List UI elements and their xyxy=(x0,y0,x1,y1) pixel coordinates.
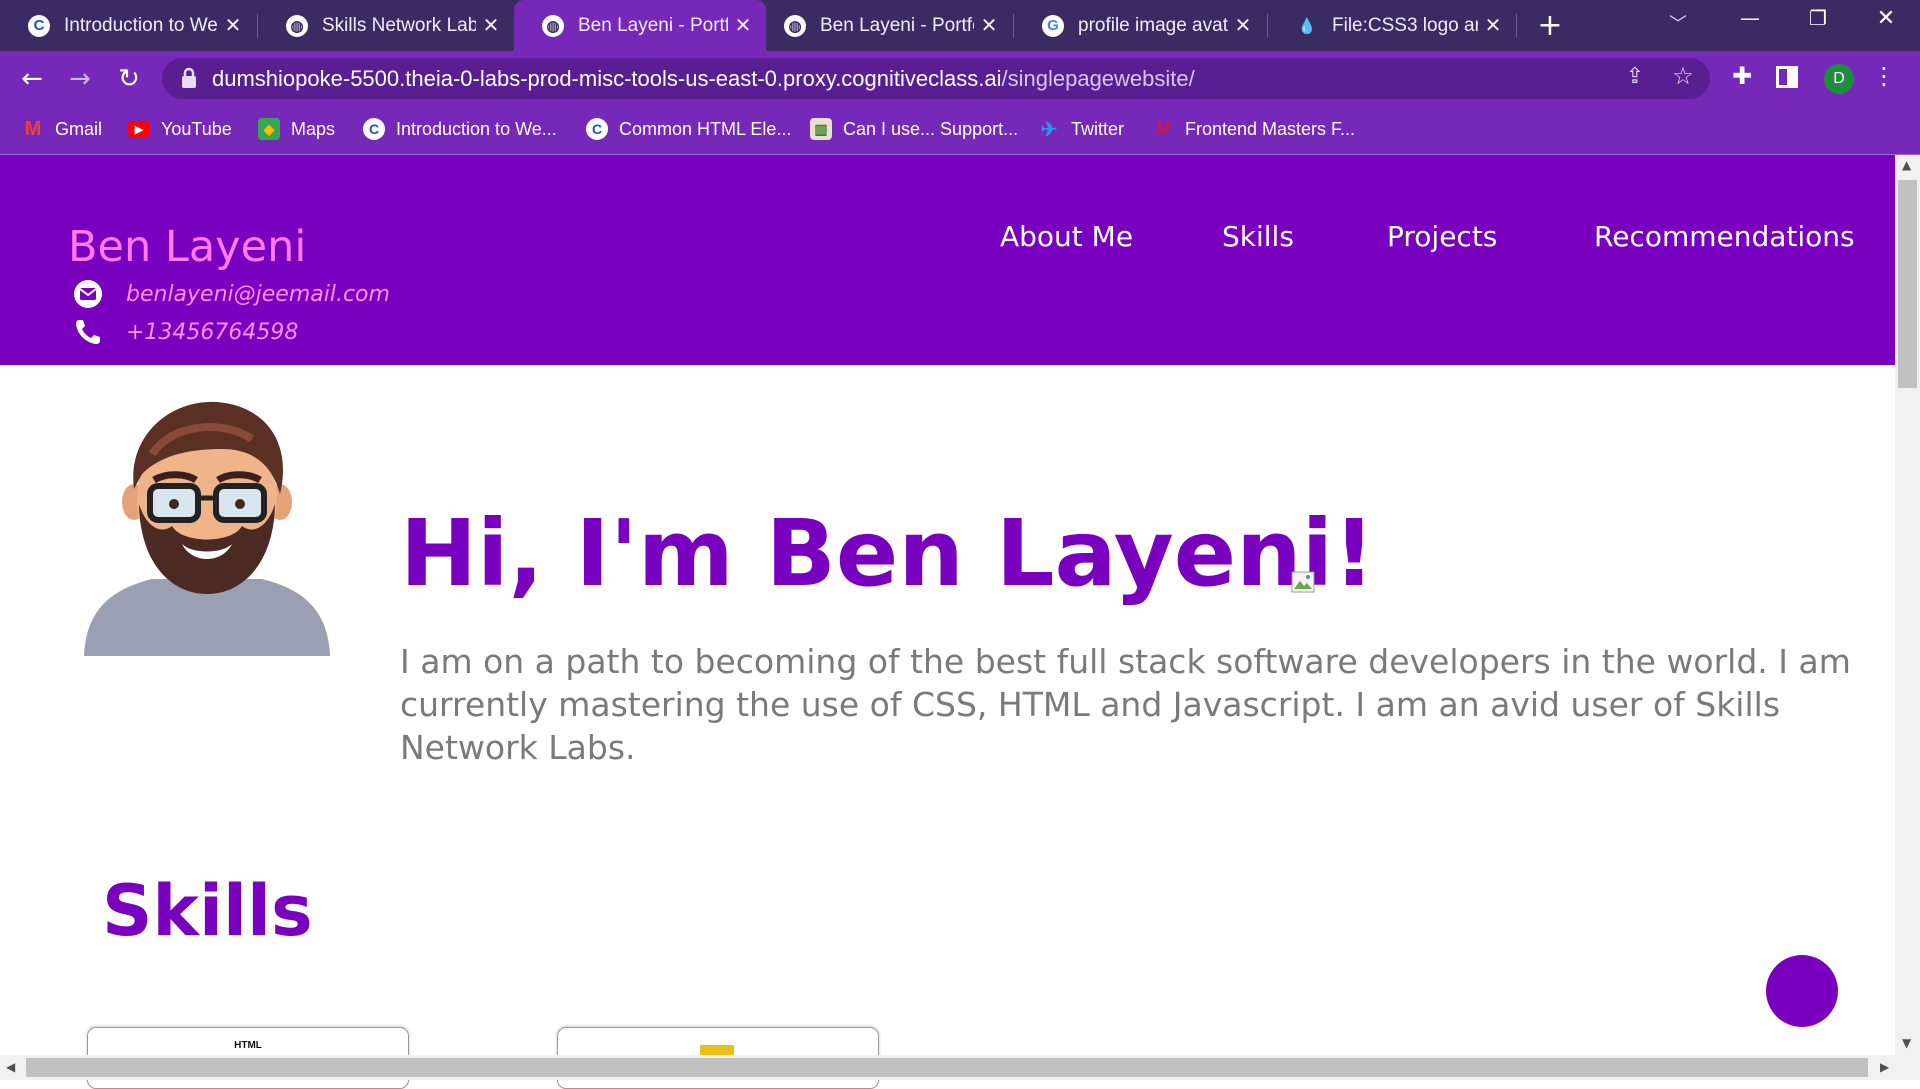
broken-image-icon xyxy=(1291,571,1315,593)
nav-recommendations[interactable]: Recommendations xyxy=(1594,220,1855,253)
new-tab-button[interactable]: + xyxy=(1530,8,1570,44)
close-icon[interactable]: ✕ xyxy=(974,13,1004,38)
profile-avatar[interactable]: D xyxy=(1824,64,1854,94)
url-text[interactable]: dumshiopoke-5500.theia-0-labs-prod-misc-… xyxy=(212,64,1195,94)
phone-text: +13456764598 xyxy=(126,319,299,345)
tab-title: File:CSS3 logo and xyxy=(1332,14,1478,36)
url-host: dumshiopoke-5500.theia-0-labs-prod-misc-… xyxy=(212,66,1002,91)
tab-title: Ben Layeni - Portfolio xyxy=(578,14,728,36)
bookmark-caniuse[interactable]: ▥ Can I use... Support... xyxy=(810,113,1018,145)
contact-phone[interactable]: +13456764598 xyxy=(72,315,298,349)
menu-kebab-icon[interactable]: ⋮ xyxy=(1872,62,1896,94)
tab-title: Skills Network Labs xyxy=(322,14,476,36)
bookmark-youtube[interactable]: ▶ YouTube xyxy=(128,113,232,145)
close-icon[interactable]: ✕ xyxy=(218,13,248,38)
tab-divider xyxy=(1516,14,1517,38)
envelope-icon xyxy=(72,278,104,310)
profile-avatar-illustration xyxy=(82,394,332,656)
back-button[interactable]: ← xyxy=(16,63,48,95)
scroll-left-arrow-icon[interactable]: ◀ xyxy=(6,1060,15,1074)
cognitiveclass-icon: C xyxy=(363,118,385,140)
hero-heading: Hi, I'm Ben Layeni! xyxy=(400,500,1376,607)
browser-tab[interactable]: G profile image avatar ✕ xyxy=(1014,0,1266,51)
bookmark-frontend-masters[interactable]: M Frontend Masters F... xyxy=(1152,113,1355,145)
bookmark-star-icon[interactable]: ☆ xyxy=(1668,62,1698,92)
nav-projects[interactable]: Projects xyxy=(1387,220,1497,253)
bookmark-label: Frontend Masters F... xyxy=(1185,118,1356,139)
browser-tab[interactable]: ◍ Ben Layeni - Portfolio ✕ xyxy=(766,0,1012,51)
browser-tab[interactable]: 💧 File:CSS3 logo and ✕ xyxy=(1268,0,1516,51)
side-panel-icon[interactable] xyxy=(1776,66,1798,88)
nav-about-me[interactable]: About Me xyxy=(1000,220,1133,253)
url-path: /singlepagewebsite/ xyxy=(1001,66,1195,91)
gmail-icon: M xyxy=(24,117,42,140)
vertical-scroll-thumb[interactable] xyxy=(1898,180,1917,388)
forward-button[interactable]: → xyxy=(64,63,96,95)
bookmark-twitter[interactable]: ✈ Twitter xyxy=(1038,113,1124,145)
lock-icon[interactable] xyxy=(180,67,198,89)
extensions-puzzle-icon[interactable]: ✚ xyxy=(1726,62,1758,94)
tab-title: Introduction to Web xyxy=(64,14,218,36)
google-icon: G xyxy=(1042,14,1064,37)
globe-icon: ◍ xyxy=(784,14,806,37)
restore-button[interactable]: ❐ xyxy=(1798,6,1838,36)
globe-icon: ◍ xyxy=(542,14,564,37)
scroll-down-arrow-icon[interactable]: ▼ xyxy=(1902,1036,1911,1050)
bookmark-label: Gmail xyxy=(55,118,103,139)
close-icon[interactable]: ✕ xyxy=(1228,13,1258,38)
site-name: Ben Layeni xyxy=(68,222,307,272)
reload-button[interactable]: ↻ xyxy=(113,63,145,95)
phone-icon xyxy=(72,316,104,348)
hero-intro-text: I am on a path to becoming of the best f… xyxy=(400,642,1851,767)
bookmark-gmail[interactable]: M Gmail xyxy=(22,113,102,145)
caniuse-icon: ▥ xyxy=(810,118,832,140)
nav-skills[interactable]: Skills xyxy=(1222,220,1294,253)
maps-icon: ◆ xyxy=(258,118,280,140)
email-text: benlayeni@jeemail.com xyxy=(126,281,390,307)
bookmark-intro-web[interactable]: C Introduction to We... xyxy=(363,113,557,145)
bookmark-label: Twitter xyxy=(1071,118,1125,139)
skills-heading: Skills xyxy=(102,870,313,952)
bookmark-label: Introduction to We... xyxy=(396,118,557,139)
floating-action-button[interactable] xyxy=(1766,955,1838,1027)
bookmark-label: Maps xyxy=(291,118,336,139)
bookmark-common-html[interactable]: C Common HTML Ele... xyxy=(586,113,791,145)
bookmark-label: Common HTML Ele... xyxy=(619,118,792,139)
scroll-right-arrow-icon[interactable]: ▶ xyxy=(1880,1060,1889,1074)
html-logo: HTML xyxy=(234,1040,262,1051)
globe-icon: ◍ xyxy=(286,14,308,37)
tab-search-chevron-icon[interactable]: ﹀ xyxy=(1660,10,1696,40)
close-window-button[interactable]: ✕ xyxy=(1866,6,1906,36)
youtube-icon: ▶ xyxy=(128,121,150,137)
horizontal-scroll-thumb[interactable] xyxy=(26,1058,1868,1077)
share-icon[interactable]: ⇪ xyxy=(1620,64,1650,94)
close-icon[interactable]: ✕ xyxy=(1478,13,1508,38)
cognitiveclass-icon: C xyxy=(28,14,50,37)
cognitiveclass-icon: C xyxy=(586,118,608,140)
minimize-button[interactable]: — xyxy=(1730,6,1770,36)
bookmark-label: YouTube xyxy=(161,118,232,139)
tab-title: Ben Layeni - Portfolio xyxy=(820,14,974,36)
frontendmasters-icon: M xyxy=(1156,120,1170,137)
browser-tab[interactable]: C Introduction to Web ✕ xyxy=(0,0,256,51)
twitter-icon: ✈ xyxy=(1040,118,1058,141)
browser-tab-active[interactable]: ◍ Ben Layeni - Portfolio ✕ xyxy=(514,0,766,51)
close-icon[interactable]: ✕ xyxy=(728,13,758,38)
bookmark-label: Can I use... Support... xyxy=(843,118,1019,139)
close-icon[interactable]: ✕ xyxy=(476,13,506,38)
bookmark-maps[interactable]: ◆ Maps xyxy=(258,113,335,145)
tab-title: profile image avatar xyxy=(1078,14,1228,36)
contact-email[interactable]: benlayeni@jeemail.com xyxy=(72,277,390,311)
browser-tab[interactable]: ◍ Skills Network Labs ✕ xyxy=(258,0,514,51)
scroll-up-arrow-icon[interactable]: ▲ xyxy=(1902,158,1911,172)
wikimedia-icon: 💧 xyxy=(1297,17,1317,35)
